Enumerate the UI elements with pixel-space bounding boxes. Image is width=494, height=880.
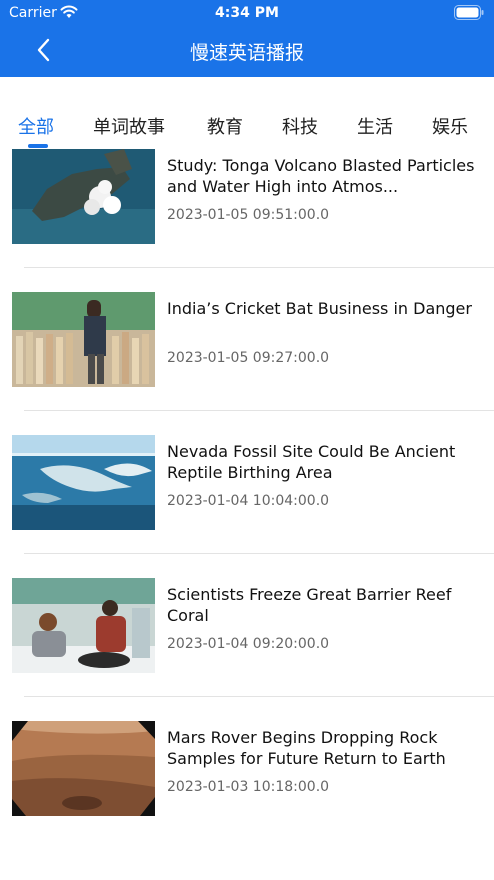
divider [24, 553, 494, 554]
article-date: 2023-01-05 09:51:00.0 [167, 207, 330, 223]
article-item[interactable]: Scientists Freeze Great Barrier Reef Cor… [0, 578, 494, 721]
article-date: 2023-01-04 09:20:00.0 [167, 636, 330, 652]
ichthyosaur-illustration-image [12, 435, 155, 530]
divider [24, 410, 494, 411]
article-item[interactable]: Study: Tonga Volcano Blasted Particles a… [0, 149, 494, 292]
lab-scientists-image [12, 578, 155, 673]
tab-entertainment[interactable]: 娱乐 [432, 113, 468, 139]
divider [24, 267, 494, 268]
article-date: 2023-01-03 10:18:00.0 [167, 779, 330, 795]
cricket-bat-workshop-image [12, 292, 155, 387]
article-title: Scientists Freeze Great Barrier Reef Cor… [167, 585, 452, 625]
category-tabs: 全部 单词故事 教育 科技 生活 娱乐 [0, 109, 494, 149]
volcano-satellite-image [12, 149, 155, 244]
article-item[interactable]: Nevada Fossil Site Could Be Ancient Rept… [0, 435, 494, 578]
article-title: Study: Tonga Volcano Blasted Particles a… [167, 156, 475, 196]
tab-life[interactable]: 生活 [357, 113, 393, 139]
article-title: India’s Cricket Bat Business in Danger [167, 299, 472, 318]
mars-surface-image [12, 721, 155, 816]
active-tab-indicator [28, 144, 48, 148]
article-item[interactable]: Mars Rover Begins Dropping Rock Samples … [0, 721, 494, 864]
page-title: 慢速英语播报 [189, 42, 304, 64]
article-title: Mars Rover Begins Dropping Rock Samples … [167, 728, 446, 768]
article-date: 2023-01-04 10:04:00.0 [167, 493, 330, 509]
article-title: Nevada Fossil Site Could Be Ancient Rept… [167, 442, 456, 482]
status-bar: Carrier 4:34 PM [0, 0, 494, 26]
divider [24, 696, 494, 697]
tab-all[interactable]: 全部 [18, 113, 54, 139]
app-header: Carrier 4:34 PM 慢速英语播报 [0, 0, 494, 77]
tab-education[interactable]: 教育 [207, 113, 243, 139]
battery-icon [454, 5, 484, 20]
article-date: 2023-01-05 09:27:00.0 [167, 350, 330, 366]
article-item[interactable]: India’s Cricket Bat Business in Danger 2… [0, 292, 494, 435]
tab-word-stories[interactable]: 单词故事 [93, 113, 165, 139]
tab-technology[interactable]: 科技 [282, 113, 318, 139]
clock: 4:34 PM [215, 5, 279, 21]
